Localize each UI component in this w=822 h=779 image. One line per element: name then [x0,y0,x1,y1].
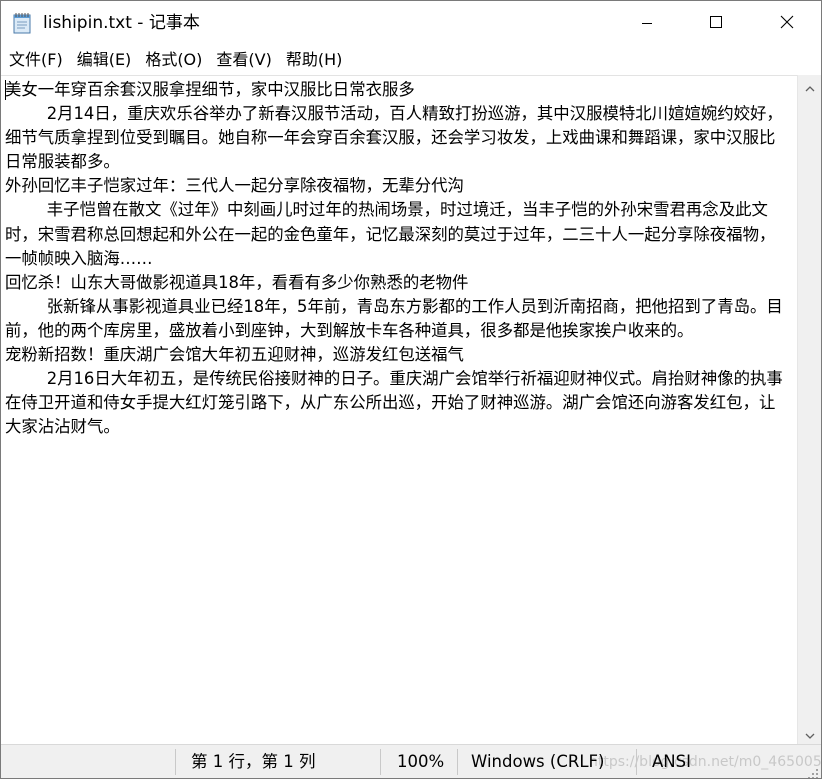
notepad-icon [12,12,33,34]
close-button[interactable] [764,1,810,45]
watermark-text: https://blog.csdn.net/m0_46500590 [589,754,822,770]
status-divider [636,749,637,775]
cursor-position: 第 1 行，第 1 列 [191,752,316,771]
vertical-scrollbar[interactable] [797,75,821,744]
chevron-up-icon [805,77,815,96]
maximize-icon [709,14,723,33]
minimize-icon [641,14,653,33]
editor-content[interactable]: 美女一年穿百余套汉服拿捏细节，家中汉服比日常衣服多 2月14日，重庆欢乐谷举办了… [5,78,791,439]
text-line: 2月14日，重庆欢乐谷举办了新春汉服节活动，百人精致打扮巡游，其中汉服模特北川媗… [5,104,783,172]
text-line: 美女一年穿百余套汉服拿捏细节，家中汉服比日常衣服多 [5,80,415,99]
text-line: 2月16日大年初五，是传统民俗接财神的日子。重庆湖广会馆举行祈福迎财神仪式。肩抬… [5,369,783,437]
minimize-button[interactable] [624,1,670,45]
text-line: 丰子恺曾在散文《过年》中刻画儿时过年的热闹场景，时过境迁，当丰子恺的外孙宋雪君再… [5,200,776,268]
text-line: 回忆杀！山东大哥做影视道具18年，看看有多少你熟悉的老物件 [5,272,469,292]
maximize-button[interactable] [693,1,739,45]
menu-format[interactable]: 格式(O) [136,45,207,75]
line-ending: Windows (CRLF) [471,752,605,771]
status-divider [457,749,458,775]
menu-help[interactable]: 帮助(H) [277,45,348,75]
chevron-down-icon [805,724,815,743]
window-title: lishipin.txt - 记事本 [43,13,200,33]
title-bar[interactable]: lishipin.txt - 记事本 [1,1,821,45]
menu-file[interactable]: 文件(F) [1,45,68,75]
menu-edit[interactable]: 编辑(E) [68,45,137,75]
text-line: 张新锋从事影视道具业已经18年，5年前，青岛东方影都的工作人员到沂南招商，把他招… [5,296,783,340]
scroll-up-button[interactable] [798,75,821,97]
close-icon [780,14,794,33]
notepad-window: lishipin.txt - 记事本 文件(F) 编辑(E) 格式(O) 查看(… [0,0,822,779]
resize-grip-icon[interactable] [807,765,819,778]
encoding: ANSI [652,752,691,771]
menu-bar: 文件(F) 编辑(E) 格式(O) 查看(V) 帮助(H) [1,45,821,75]
status-divider [380,749,381,775]
status-divider [175,749,176,775]
text-line: 宠粉新招数！重庆湖广会馆大年初五迎财神，巡游发红包送福气 [5,345,464,365]
menu-view[interactable]: 查看(V) [207,45,276,75]
zoom-level: 100% [397,752,445,771]
text-editor[interactable]: 美女一年穿百余套汉服拿捏细节，家中汉服比日常衣服多 2月14日，重庆欢乐谷举办了… [1,75,797,745]
text-line: 外孙回忆丰子恺家过年：三代人一起分享除夜福物，无辈分代沟 [5,176,464,196]
scroll-down-button[interactable] [798,722,821,744]
status-bar: 第 1 行，第 1 列 100% https://blog.csdn.net/m… [1,744,822,778]
